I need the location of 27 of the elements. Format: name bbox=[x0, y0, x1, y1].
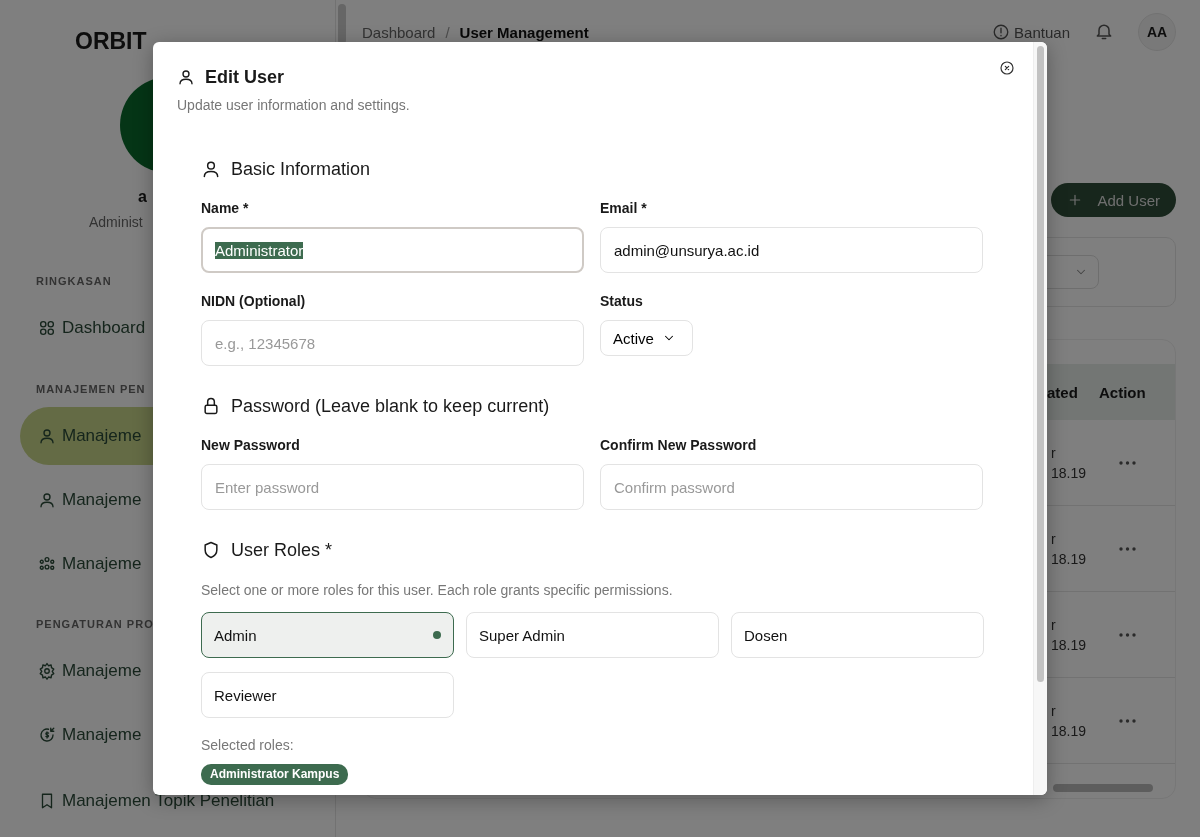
column-header: Action bbox=[1099, 383, 1146, 401]
table-cell-text: r 18.19 bbox=[1051, 701, 1087, 741]
dialog-title: Edit User bbox=[205, 66, 285, 88]
field-label: NIDN (Optional) bbox=[201, 292, 307, 311]
table-cell-text: r 18.19 bbox=[1051, 615, 1087, 655]
field-label: Status bbox=[600, 292, 644, 311]
selected-roles-label: Selected roles: bbox=[201, 736, 295, 755]
logo: ORBIT bbox=[75, 28, 147, 55]
field-label: Confirm New Password bbox=[600, 436, 758, 455]
section-title: Basic Information bbox=[231, 158, 371, 180]
user-name: a bbox=[138, 187, 147, 207]
section-heading: MANAJEMEN PEN bbox=[36, 382, 146, 397]
section-title: User Roles * bbox=[231, 539, 333, 561]
breadcrumb-separator: / bbox=[445, 23, 450, 41]
dialog-subtitle: Update user information and settings. bbox=[177, 96, 411, 114]
field-label: Email * bbox=[600, 199, 648, 218]
user-role: Administ bbox=[89, 213, 143, 231]
table-cell-text: r 18.19 bbox=[1051, 529, 1087, 569]
field-label: New Password bbox=[201, 436, 301, 455]
section-title: Password (Leave blank to keep current) bbox=[231, 395, 550, 417]
column-header: ated bbox=[1047, 383, 1078, 401]
section-heading: PENGATURAN PRO bbox=[36, 617, 154, 632]
table-cell-text: r 18.19 bbox=[1051, 443, 1087, 483]
section-heading: RINGKASAN bbox=[36, 274, 112, 289]
field-label: Name * bbox=[201, 199, 250, 218]
roles-description: Select one or more roles for this user. Each role grants specific permissions. bbox=[201, 581, 674, 600]
role-chip: Administrator Kampus bbox=[201, 764, 349, 785]
